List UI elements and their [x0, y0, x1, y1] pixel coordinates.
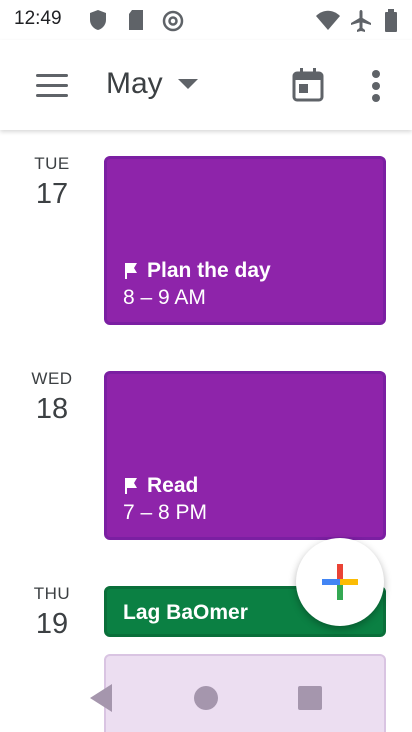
airplane-mode-icon: [349, 9, 373, 38]
month-label: May: [106, 67, 163, 100]
jump-to-today-button[interactable]: [292, 68, 324, 102]
calendar-today-icon: [292, 68, 324, 102]
more-vertical-icon: [372, 70, 380, 78]
shield-icon: [88, 9, 108, 36]
flag-icon: [125, 263, 137, 279]
at-sign-icon: [161, 9, 185, 38]
app-bar: May: [0, 40, 412, 130]
event-time: 8 – 9 AM: [123, 286, 206, 309]
event-title: Plan the day: [147, 259, 271, 282]
event-time: 7 – 8 PM: [123, 501, 208, 524]
back-triangle-icon: [90, 684, 112, 712]
day-of-week: WED: [31, 369, 73, 388]
day-of-week: THU: [33, 584, 71, 603]
nav-back-button[interactable]: [82, 678, 122, 718]
event-title: Read: [147, 474, 199, 497]
month-selector-button[interactable]: May: [106, 64, 199, 104]
recents-square-icon: [298, 686, 322, 710]
event-title: Lag BaOmer: [123, 601, 248, 624]
event-card[interactable]: Read 7 – 8 PM: [104, 371, 386, 540]
hamburger-menu-icon: [36, 74, 68, 77]
day-number: 18: [35, 393, 69, 425]
more-options-button[interactable]: [368, 70, 384, 102]
nav-recents-button[interactable]: [290, 678, 330, 718]
day-number: 17: [35, 178, 69, 210]
main-menu-button[interactable]: [36, 74, 68, 98]
create-event-button[interactable]: [296, 538, 384, 626]
caret-down-icon: [177, 77, 199, 95]
nav-home-button[interactable]: [186, 678, 226, 718]
status-time: 12:49: [14, 8, 62, 29]
sd-card-icon: [127, 9, 145, 36]
battery-icon: [384, 9, 398, 38]
home-circle-icon: [194, 686, 218, 710]
wifi-icon: [315, 9, 341, 36]
system-nav-bar: [0, 662, 412, 732]
flag-icon: [125, 478, 137, 494]
day-of-week: TUE: [34, 154, 70, 173]
plus-icon: [322, 564, 358, 600]
event-card[interactable]: Plan the day 8 – 9 AM: [104, 156, 386, 325]
day-number: 19: [35, 608, 69, 640]
status-bar: 12:49: [0, 0, 412, 40]
